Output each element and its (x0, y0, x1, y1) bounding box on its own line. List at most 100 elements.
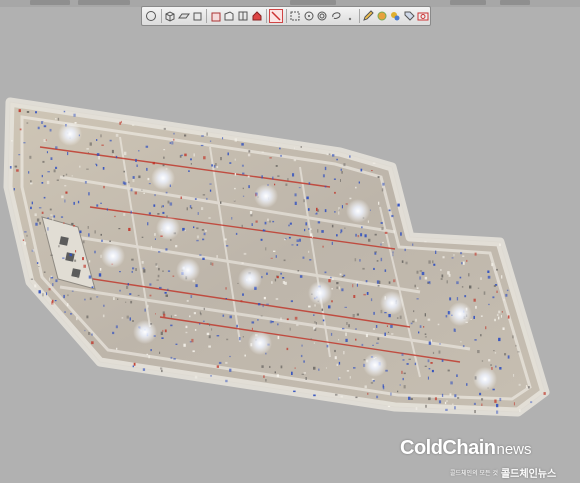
point-sample (448, 274, 451, 277)
front-view-tool-button[interactable] (209, 9, 222, 23)
point-sample (193, 312, 196, 315)
point-sample (353, 295, 356, 298)
point-sample (138, 150, 140, 152)
point-sample (162, 164, 165, 167)
point-sample (50, 157, 53, 160)
point-sample (447, 369, 450, 372)
point-sample (505, 293, 508, 297)
point-sample (150, 246, 152, 250)
point-sample (322, 174, 325, 178)
cube-tool-button[interactable] (164, 9, 177, 23)
point-sample (355, 328, 357, 330)
camera-tool-button[interactable] (416, 9, 429, 23)
paint-tool-button[interactable] (389, 9, 402, 23)
watermark-brand: ColdChainnews (400, 437, 532, 459)
pencil-tool-button[interactable] (362, 9, 375, 23)
point-sample (135, 158, 137, 162)
point-sample (503, 299, 505, 301)
point-sample (296, 239, 299, 242)
point-sample (424, 313, 426, 317)
point-sample (322, 319, 325, 322)
box-tool-button[interactable] (191, 9, 204, 23)
point-sample (200, 144, 204, 147)
point-sample (64, 199, 66, 203)
point-sample (38, 290, 41, 294)
point-sample (63, 110, 66, 113)
point-sample (315, 322, 317, 325)
point-sample (276, 374, 279, 378)
rectangle-select-tool-button[interactable] (289, 9, 302, 23)
point-sample (338, 339, 340, 341)
point-sample (209, 183, 212, 185)
sphere-tool-button[interactable] (145, 9, 158, 23)
point-sample (161, 369, 163, 373)
point-sample (441, 393, 444, 397)
point-sample (41, 122, 43, 124)
house-tool-button[interactable] (250, 9, 263, 23)
point-sample (303, 360, 305, 363)
point-sample (170, 324, 173, 327)
point-sample (410, 322, 413, 325)
point-sample (69, 253, 72, 257)
point-sample (271, 281, 273, 284)
point-sample (428, 341, 432, 345)
point-sample (356, 313, 359, 316)
small-dot-tool-button[interactable] (343, 9, 356, 23)
point-sample (210, 375, 212, 377)
point-sample (462, 255, 465, 257)
plane-tool-button[interactable] (177, 9, 190, 23)
point-sample (293, 159, 297, 162)
circle-dot-tool-button[interactable] (302, 9, 315, 23)
point-sample (326, 153, 329, 156)
point-sample (414, 362, 417, 366)
point-sample (457, 396, 460, 399)
point-sample (310, 233, 313, 237)
point-sample (364, 385, 367, 389)
point-sample (418, 331, 420, 334)
point-sample (477, 350, 480, 354)
lasso-tool-button[interactable] (330, 9, 343, 23)
point-sample (242, 293, 244, 296)
target-tool-button[interactable] (316, 9, 329, 23)
color-picker-tool-button[interactable] (376, 9, 389, 23)
light-glow (238, 267, 262, 291)
split-view-tool-button[interactable] (237, 9, 250, 23)
light-glow (176, 258, 200, 282)
point-sample (495, 365, 497, 368)
side-view-tool-button[interactable] (223, 9, 236, 23)
point-sample (142, 368, 146, 371)
point-cloud-render[interactable] (0, 27, 580, 467)
point-sample (119, 121, 122, 125)
point-sample (384, 231, 388, 234)
point-sample (55, 146, 58, 149)
point-sample (423, 326, 425, 328)
point-sample (400, 232, 402, 236)
point-sample (280, 154, 282, 157)
diagonal-cut-tool-button[interactable] (268, 9, 283, 23)
point-sample (310, 338, 313, 340)
pencil-icon (363, 10, 374, 21)
point-sample (481, 398, 484, 401)
point-sample (439, 343, 441, 345)
point-sample (399, 315, 402, 319)
point-sample (340, 179, 341, 182)
tag-tool-button[interactable] (403, 9, 416, 23)
point-sample (173, 358, 176, 360)
point-sample (265, 247, 267, 251)
point-sample (211, 164, 213, 167)
point-sample (293, 390, 296, 393)
point-sample (269, 220, 271, 223)
point-sample (324, 271, 327, 274)
small-dot-icon (348, 17, 351, 21)
point-sample (506, 289, 509, 292)
point-sample (274, 278, 277, 282)
point-sample (512, 335, 514, 339)
point-sample (22, 239, 25, 241)
point-sample (477, 287, 480, 289)
point-sample (30, 206, 32, 210)
point-sample (185, 331, 188, 334)
plane-icon (177, 13, 190, 19)
point-sample (367, 220, 369, 223)
3d-viewport[interactable]: ColdChainnews 콜드체인의 모든 것 콜드체인뉴스 (0, 27, 580, 480)
point-sample (438, 400, 442, 404)
